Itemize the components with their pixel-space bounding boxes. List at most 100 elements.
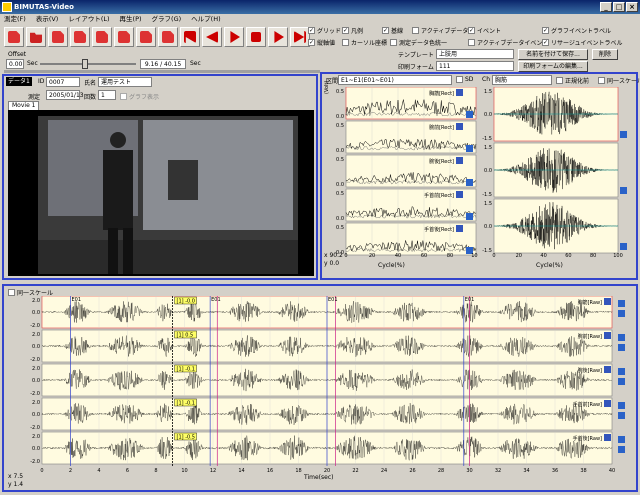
- graph-show-checkbox[interactable]: グラフ表示: [120, 92, 159, 101]
- raw-ytick: 1.5: [484, 201, 492, 207]
- main-ytick: -2.0: [30, 323, 40, 329]
- section-ytick: 0.5: [336, 123, 344, 129]
- ch-select[interactable]: 胸筋: [492, 75, 552, 85]
- baseline-checkbox[interactable]: ✓ 基線: [382, 26, 403, 35]
- sd-checkbox[interactable]: SD: [456, 76, 473, 83]
- minimize-button[interactable]: _: [600, 2, 612, 12]
- main-ytick: -2.0: [30, 357, 40, 363]
- channel-dropdown-icon[interactable]: [456, 123, 463, 130]
- measure-color-checkbox[interactable]: 測定データ色統一: [390, 38, 447, 47]
- menu-layout[interactable]: レイアウト(L): [68, 14, 109, 25]
- data-panel: データ1 ID 0007 氏名 運用テスト 測定 2005/01/13 回数 1…: [2, 74, 318, 280]
- lissajous-chart: 1.50.0-1.51.50.0-1.51.50.0-1.50 20 40 60 80 1…: [482, 87, 627, 257]
- section-same-scale-checkbox[interactable]: 同一スケール: [598, 76, 640, 85]
- event-checkbox[interactable]: ✓ イベント: [468, 26, 501, 35]
- settings-button[interactable]: [158, 27, 178, 47]
- main-x-label: Time(sec): [304, 474, 334, 481]
- zoom-icon[interactable]: [620, 243, 627, 250]
- zoom-icon[interactable]: [466, 213, 473, 220]
- time-unit: Sec: [190, 60, 201, 67]
- channel-dropdown-icon[interactable]: [456, 157, 463, 164]
- zoom-in-icon[interactable]: [618, 402, 625, 409]
- section-y-readout: y 0.0: [324, 260, 340, 267]
- cursor-value: [1] -0.0: [177, 299, 195, 305]
- normalize-checkbox[interactable]: 正規化前: [556, 76, 589, 85]
- save-as-button[interactable]: 名前を付けて保存...: [518, 49, 588, 60]
- channel-dropdown-icon[interactable]: [604, 366, 611, 373]
- zoom-out-icon[interactable]: [618, 378, 625, 385]
- zoom-in-icon[interactable]: [618, 300, 625, 307]
- zoom-icon[interactable]: [466, 145, 473, 152]
- cursor-coord-checkbox[interactable]: カーソル座標: [342, 38, 387, 47]
- go-start-button[interactable]: [180, 27, 200, 47]
- main-xtick: 6: [126, 468, 129, 472]
- menu-measure[interactable]: 測定(F): [4, 14, 26, 25]
- offset-input[interactable]: 0.00: [6, 59, 24, 69]
- channel-dropdown-icon[interactable]: [456, 191, 463, 198]
- channel-dropdown-icon[interactable]: [456, 225, 463, 232]
- main-xtick: 28: [438, 468, 444, 472]
- zoom-in-icon[interactable]: [618, 334, 625, 341]
- graph-button[interactable]: [136, 27, 156, 47]
- data-tab[interactable]: データ1: [6, 77, 32, 86]
- report-button[interactable]: [70, 27, 90, 47]
- step-back-button[interactable]: [202, 27, 222, 47]
- legend-checkbox[interactable]: ✓ 凡例: [342, 26, 363, 35]
- graph-event-label-checkbox[interactable]: ✓ グラフイベントラベル: [542, 26, 611, 35]
- main-xtick: 26: [409, 468, 415, 472]
- channel-dropdown-icon[interactable]: [604, 434, 611, 441]
- zoom-icon[interactable]: [466, 179, 473, 186]
- raw-xtick: 0: [492, 253, 495, 257]
- active-data-checkbox[interactable]: アクティブデータ: [412, 26, 468, 35]
- zoom-out-icon[interactable]: [618, 310, 625, 317]
- step-forward-button[interactable]: [268, 27, 288, 47]
- close-button[interactable]: ×: [626, 2, 638, 12]
- zoom-out-icon[interactable]: [618, 344, 625, 351]
- template-select[interactable]: 上肢用: [436, 49, 514, 59]
- maximize-button[interactable]: □: [613, 2, 625, 12]
- zoom-icon[interactable]: [620, 187, 627, 194]
- lissajous-label-checkbox[interactable]: ✓ リサージュイベントラベル: [542, 38, 622, 47]
- menu-help[interactable]: ヘルプ(H): [191, 14, 220, 25]
- edit-print-form-button[interactable]: 印刷フォームの編集...: [518, 61, 588, 72]
- zoom-in-icon[interactable]: [618, 436, 625, 443]
- channel-dropdown-icon[interactable]: [604, 332, 611, 339]
- channel-dropdown-icon[interactable]: [456, 89, 463, 96]
- zoom-out-icon[interactable]: [618, 446, 625, 453]
- channel-dropdown-icon[interactable]: [604, 298, 611, 305]
- new-file-button[interactable]: [4, 27, 24, 47]
- channel-dropdown-icon[interactable]: [604, 400, 611, 407]
- menu-play[interactable]: 再生(P): [120, 14, 142, 25]
- timeline-track[interactable]: [4, 70, 320, 73]
- main-ytick: 0.0: [32, 412, 40, 418]
- edit-button[interactable]: [92, 27, 112, 47]
- play-icon: [230, 31, 240, 43]
- menu-view[interactable]: 表示(V): [36, 14, 59, 25]
- delete-button[interactable]: 削除: [592, 49, 618, 60]
- zoom-in-icon[interactable]: [618, 368, 625, 375]
- main-channel-tag: 腕前[Raw]: [578, 333, 602, 340]
- main-panel: 同一スケール 2.0 0.0 -2.0 胸筋[Raw] [1] -0.0 2.0 0.0 -2…: [2, 284, 638, 492]
- section-select[interactable]: E1~E1(E01~E01): [338, 75, 452, 85]
- print-form-select[interactable]: 111: [436, 61, 514, 71]
- print-button[interactable]: [48, 27, 68, 47]
- section-panel: 区間 E1~E1(E01~E01) SD Ch 胸筋 正規化前 同一スケール (…: [320, 72, 640, 280]
- zoom-icon[interactable]: [620, 131, 627, 138]
- grid-checkbox[interactable]: ✓ グリッド: [308, 26, 341, 35]
- zoom-icon[interactable]: [466, 111, 473, 118]
- main-xtick: 18: [295, 468, 301, 472]
- layout-button[interactable]: [114, 27, 134, 47]
- stop-button[interactable]: [246, 27, 266, 47]
- folder-icon: [30, 32, 42, 43]
- go-end-button[interactable]: [290, 27, 310, 47]
- movie-tab[interactable]: Movie 1: [8, 101, 40, 110]
- active-event-checkbox[interactable]: アクティブデータイベント: [468, 38, 548, 47]
- offset-slider[interactable]: [40, 58, 136, 70]
- play-button[interactable]: [224, 27, 244, 47]
- menu-graph[interactable]: グラフ(G): [152, 14, 182, 25]
- raw-ytick: -1.5: [482, 136, 492, 142]
- vertical-axis-checkbox[interactable]: ✓ 縦軸値: [308, 38, 335, 47]
- open-folder-button[interactable]: [26, 27, 46, 47]
- count-label: 回数: [84, 94, 97, 101]
- zoom-out-icon[interactable]: [618, 412, 625, 419]
